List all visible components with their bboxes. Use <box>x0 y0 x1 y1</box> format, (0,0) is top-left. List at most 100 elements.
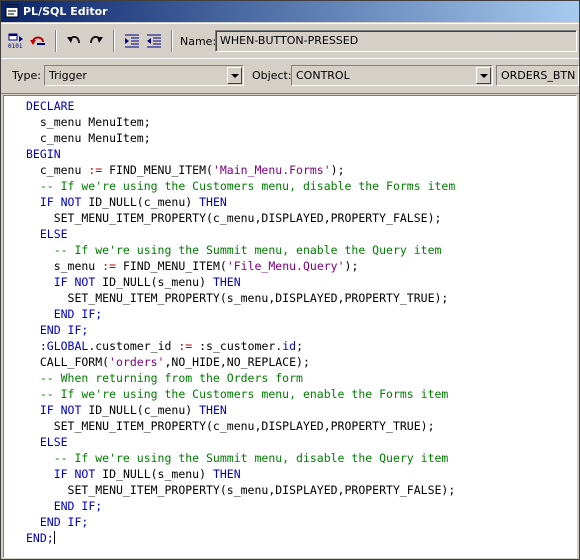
code-token: ELSE <box>39 227 68 241</box>
code-line: IF NOT ID_NULL(s_menu) THEN <box>26 274 455 290</box>
code-line: BEGIN <box>26 146 455 162</box>
code-line: -- If we're using the Customers menu, en… <box>26 386 455 402</box>
code-line: IF NOT ID_NULL(c_menu) THEN <box>26 194 455 210</box>
indent-button[interactable] <box>121 31 143 51</box>
editor-toolbar: 0101 Name: WHEN-BUTTON-PRESSED <box>1 23 579 59</box>
code-token: CALL_FORM( <box>26 355 110 369</box>
code-token: c_menu MenuItem; <box>26 131 151 145</box>
code-line: -- When returning from the Orders form <box>26 370 455 386</box>
code-line: s_menu MenuItem; <box>26 114 455 130</box>
toolbar-separator <box>113 30 115 52</box>
code-token: SET_MENU_ITEM_PROPERTY(c_menu,DISPLAYED,… <box>26 419 435 433</box>
item-dropdown[interactable]: ORDERS_BTN <box>496 65 579 86</box>
code-token: ; <box>296 339 304 353</box>
code-token: 'File_Menu.Query' <box>226 259 345 273</box>
toolbar-separator <box>171 30 173 52</box>
code-line: END; <box>26 530 455 546</box>
revert-icon <box>30 36 45 45</box>
code-token: c_menu <box>26 163 89 177</box>
outdent-button[interactable] <box>143 31 165 51</box>
code-line: DECLARE <box>26 98 455 114</box>
code-token: THEN <box>212 467 241 481</box>
code-token: THEN <box>199 195 227 209</box>
code-token: id <box>282 339 297 353</box>
code-line: -- If we're using the Summit menu, enabl… <box>26 242 455 258</box>
editor-gutter <box>4 96 22 557</box>
code-token: -- If we're using the Customers menu, en… <box>26 387 449 401</box>
code-line: SET_MENU_ITEM_PROPERTY(c_menu,DISPLAYED,… <box>26 418 455 434</box>
indent-icon <box>125 34 139 48</box>
undo-button[interactable] <box>63 31 85 51</box>
code-token: -- When returning from the Orders form <box>26 371 303 385</box>
code-token: IF NOT <box>39 195 82 209</box>
code-line: IF NOT ID_NULL(s_menu) THEN <box>26 466 455 482</box>
code-token: -- If we're using the Summit menu, enabl… <box>26 243 442 257</box>
trigger-name-field[interactable]: WHEN-BUTTON-PRESSED <box>215 30 577 52</box>
code-token: ID_NULL(s_menu) <box>95 467 213 481</box>
code-token: 'Main_Menu.Forms' <box>212 163 331 177</box>
title-bar[interactable]: PL/SQL Editor <box>1 1 579 22</box>
object-dropdown-value: CONTROL <box>296 69 350 82</box>
code-token: END IF; <box>53 499 103 513</box>
code-token: := <box>102 259 117 273</box>
code-line: SET_MENU_ITEM_PROPERTY(s_menu,DISPLAYED,… <box>26 482 456 498</box>
code-token: ID_NULL(s_menu) <box>95 275 213 289</box>
code-token: SET_MENU_ITEM_PROPERTY(c_menu,DISPLAYED,… <box>26 211 442 225</box>
code-token: -- If we're using the Summit menu, disab… <box>26 451 449 465</box>
code-token: IF NOT <box>53 467 96 481</box>
code-line: IF NOT ID_NULL(c_menu) THEN <box>26 402 455 418</box>
code-token: END; <box>26 531 54 545</box>
context-bar: Type: Trigger Object: CONTROL ORDERS_BTN <box>1 58 579 94</box>
code-token: ); <box>344 259 359 273</box>
type-dropdown-value: Trigger <box>49 69 87 82</box>
compile-button[interactable]: 0101 <box>5 31 27 51</box>
code-line: -- If we're using the Summit menu, disab… <box>26 450 455 466</box>
object-dropdown[interactable]: CONTROL <box>291 65 493 86</box>
toolbar-separator <box>55 30 57 52</box>
code-token: := <box>178 339 193 353</box>
revert-button[interactable] <box>27 31 49 51</box>
code-token: BEGIN <box>26 147 61 161</box>
code-token: s_menu <box>26 259 103 273</box>
code-token: DECLARE <box>26 99 75 113</box>
name-label: Name: <box>180 35 217 48</box>
code-token: IF NOT <box>53 275 96 289</box>
type-dropdown-button[interactable] <box>227 67 242 84</box>
code-line: c_menu MenuItem; <box>26 130 455 146</box>
code-token: FIND_MENU_ITEM( <box>102 163 213 177</box>
code-line: SET_MENU_ITEM_PROPERTY(s_menu,DISPLAYED,… <box>26 290 455 306</box>
item-dropdown-value: ORDERS_BTN <box>501 69 576 82</box>
code-token: := <box>88 163 103 177</box>
code-token: 'orders' <box>109 355 165 369</box>
object-label: Object: <box>252 69 292 82</box>
code-token: ,NO_HIDE,NO_REPLACE); <box>164 355 310 369</box>
redo-button[interactable] <box>85 31 107 51</box>
compile-icon: 0101 <box>8 33 23 50</box>
code-token: s_menu MenuItem; <box>26 115 151 129</box>
code-line: END IF; <box>26 498 455 514</box>
editor-app-icon <box>5 4 19 18</box>
code-editor[interactable]: DECLARE s_menu MenuItem; c_menu MenuItem… <box>3 95 577 558</box>
object-dropdown-button[interactable] <box>476 67 491 84</box>
code-token: SET_MENU_ITEM_PROPERTY(s_menu,DISPLAYED,… <box>26 291 449 305</box>
code-text[interactable]: DECLARE s_menu MenuItem; c_menu MenuItem… <box>26 98 455 546</box>
code-token: SET_MENU_ITEM_PROPERTY(s_menu,DISPLAYED,… <box>26 483 456 497</box>
code-token: :s_customer. <box>192 339 283 353</box>
code-line: c_menu := FIND_MENU_ITEM('Main_Menu.Form… <box>26 162 455 178</box>
chevron-down-icon <box>480 74 488 78</box>
plsql-editor-window: PL/SQL Editor 0101 Name: WHEN-BUTTON-PRE… <box>0 0 580 560</box>
code-line: -- If we're using the Customers menu, di… <box>26 178 455 194</box>
code-line: END IF; <box>26 514 455 530</box>
code-token: THEN <box>199 403 227 417</box>
code-token: -- If we're using the Customers menu, di… <box>26 179 456 193</box>
type-dropdown[interactable]: Trigger <box>44 65 244 86</box>
